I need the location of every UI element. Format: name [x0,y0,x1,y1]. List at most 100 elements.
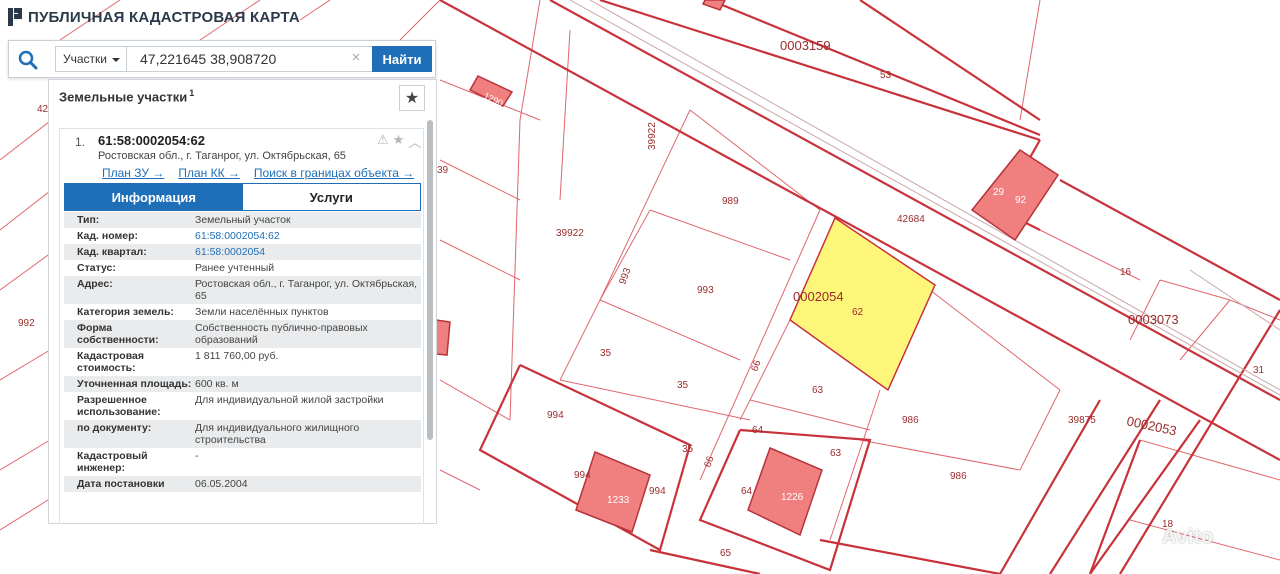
app-header: ПУБЛИЧНАЯ КАДАСТРОВАЯ КАРТА [8,6,300,28]
favorite-button[interactable]: ★ [399,85,425,111]
property-value[interactable]: 61:58:0002054 [193,246,421,258]
panel-title: Земельные участки 1 [59,88,194,104]
property-value: 1 811 760,00 руб. [195,350,279,362]
label-992: 992 [18,318,35,329]
results-count: 1 [189,88,195,98]
search-in-bounds-link[interactable]: Поиск в границах объекта → [254,166,414,180]
label-quarter-3073: 0003073 [1128,312,1179,327]
property-table: Тип: Земельный участок Кад. номер: 61:58:00… [64,212,421,492]
tab-services[interactable]: Услуги [242,184,420,210]
label-16: 16 [1120,267,1132,278]
property-key: Кад. квартал: [77,246,147,258]
result-number: 1. [75,135,86,149]
label-994c: 994 [649,486,666,497]
search-input[interactable]: 47,221645 38,908720 [127,46,373,72]
label-39: 39 [437,165,449,176]
property-row: Дата постановки 06.05.2004 [64,476,421,492]
warning-icon[interactable]: ⚠ [377,132,389,151]
property-value: Ранее учтенный [195,262,275,274]
property-key: по документу: [77,422,152,434]
label-quarter-2054: 0002054 [793,289,844,304]
clear-icon[interactable]: × [349,50,363,65]
property-value: 600 кв. м [195,378,239,390]
label-63b: 63 [830,448,842,459]
label-64b: 64 [741,486,753,497]
plan-zu-link[interactable]: План ЗУ → [102,166,164,180]
label-63a: 63 [812,385,824,396]
panel-scrollbar[interactable] [427,120,433,440]
chevron-up-icon[interactable]: ︿ [408,132,421,151]
label-39922a: 39922 [647,122,658,150]
property-row: Кадастровая стоимость: 1 811 760,00 руб. [64,348,421,376]
label-35a: 35 [600,348,612,359]
property-row: Форма собственности: Собственность публич… [64,320,421,348]
selected-parcel-0002054-62[interactable] [789,216,936,392]
search-icon[interactable] [17,49,39,71]
property-key: Форма собственности: [77,322,159,346]
label-quarter-2053: 0002053 [1125,413,1178,438]
label-53: 53 [880,70,892,81]
plan-kk-link[interactable]: План КК → [178,166,240,180]
label-994a: 994 [547,410,564,421]
star-icon[interactable]: ★ [393,132,405,151]
label-29: 29 [993,187,1005,198]
property-value: - [195,450,199,462]
property-row: Разрешенное использование: Для индивидуал… [64,392,421,420]
property-row: Статус: Ранее учтенный [64,260,421,276]
label-39875: 39875 [1068,415,1096,426]
pkk-logo-icon[interactable] [8,8,22,26]
label-62: 62 [852,307,864,318]
label-64a: 64 [752,425,764,436]
result-item[interactable]: 1. 61:58:0002054:62 Ростовская обл., г. … [60,129,423,185]
cadastral-number: 61:58:0002054:62 [98,133,205,148]
property-row: Тип: Земельный участок [64,212,421,228]
property-row: Кадастровый инженер: - [64,448,421,476]
label-994b: 994 [574,470,591,481]
result-address: Ростовская обл., г. Таганрог, ул. Октябр… [98,150,346,162]
property-key: Разрешенное использование: [77,394,161,418]
property-value: Для индивидуального жилищного строительс… [195,422,360,446]
label-39922b: 39922 [556,228,584,239]
tab-information[interactable]: Информация [65,184,243,210]
app-title: ПУБЛИЧНАЯ КАДАСТРОВАЯ КАРТА [28,8,300,26]
building-edge [435,319,451,356]
property-key: Кад. номер: [77,230,139,242]
panel-title-text: Земельные участки [59,89,188,105]
property-value: Ростовская обл., г. Таганрог, ул. Октябр… [195,278,418,302]
property-key: Кадастровая стоимость: [77,350,144,374]
property-value: 06.05.2004 [195,478,248,490]
item-links: План ЗУ → План КК → Поиск в границах объ… [102,166,414,180]
label-31: 31 [1253,365,1265,376]
building-1233 [575,450,651,533]
property-row: Кад. квартал: 61:58:0002054 [64,244,421,260]
road-lines [569,0,1280,396]
property-row: Уточненная площадь: 600 кв. м [64,376,421,392]
label-quarter-3159: 0003159 [780,38,831,53]
label-993a: 993 [617,266,633,286]
property-value: Для индивидуальной жилой застройки [195,394,384,406]
label-989: 989 [722,196,739,207]
property-row: Кад. номер: 61:58:0002054:62 [64,228,421,244]
property-key: Кадастровый инженер: [77,450,148,474]
search-type-select[interactable]: Участки [55,46,127,72]
info-tabs: Информация Услуги [64,183,421,211]
chevron-down-icon [112,58,120,62]
item-tools: ⚠ ★ ︿ [377,132,421,151]
results-panel: Земельные участки 1 ★ 1. 61:58:0002054:62… [48,79,437,524]
result-list[interactable]: 1. 61:58:0002054:62 Ростовская обл., г. … [59,128,424,524]
label-42: 42 [37,104,49,115]
label-66b: 66 [702,454,716,469]
property-row: Категория земель: Земли населённых пункто… [64,304,421,320]
label-35c: 35 [682,444,694,455]
find-button[interactable]: Найти [372,46,432,72]
property-value: Земельный участок [195,214,291,226]
label-986a: 986 [902,415,919,426]
label-993b: 993 [697,285,714,296]
label-1233: 1233 [607,495,630,506]
label-42684: 42684 [897,214,925,225]
property-key: Статус: [77,262,116,274]
property-value: Собственность публично-правовых образова… [195,322,368,346]
property-key: Дата постановки [77,478,165,490]
building-top [701,0,726,11]
property-value[interactable]: 61:58:0002054:62 [193,230,421,242]
